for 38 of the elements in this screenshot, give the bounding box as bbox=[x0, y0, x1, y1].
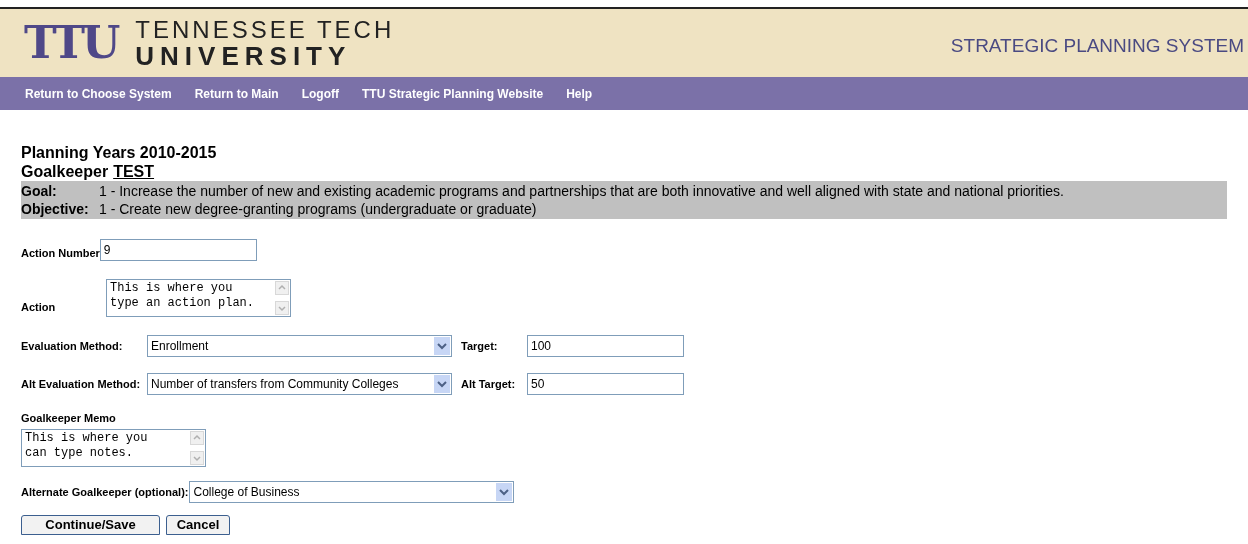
nav-link[interactable]: Return to Main bbox=[194, 84, 279, 103]
field-label: Action bbox=[21, 299, 57, 315]
field-label: Alt Target: bbox=[461, 376, 517, 392]
system-title: STRATEGIC PLANNING SYSTEM bbox=[950, 33, 1244, 58]
dropdown[interactable]: College of Business bbox=[189, 481, 515, 503]
planning-years-heading: Planning Years 2010-2015 bbox=[21, 143, 218, 162]
field-label: Action Number bbox=[21, 245, 100, 261]
objective-text: 1 - Create new degree-granting programs (undergraduate or graduate) bbox=[99, 200, 537, 218]
field-label: Goalkeeper Memo bbox=[21, 412, 116, 424]
goal-text: 1 - Increase the number of new and existing academic programs and partnerships that are both innovative and well aligned with state and national priorities. bbox=[99, 182, 1064, 200]
goalkeeper-heading: Goalkeeper bbox=[21, 162, 109, 181]
objective-label: Objective: bbox=[21, 200, 90, 218]
logo-text: TENNESSEE TECH bbox=[135, 17, 395, 43]
logo-text: UNIVERSITY bbox=[135, 43, 353, 69]
goalkeeper-name: TEST bbox=[113, 162, 155, 181]
logo-mark: TTU bbox=[24, 21, 119, 65]
scroll-down-icon[interactable] bbox=[275, 301, 289, 315]
nav-link[interactable]: TTU Strategic Planning Website bbox=[362, 84, 544, 103]
memo-textarea[interactable]: This is where you can type notes. bbox=[21, 429, 206, 467]
field-label: Alternate Goalkeeper (optional): bbox=[21, 484, 189, 500]
dropdown[interactable]: Enrollment bbox=[147, 335, 452, 357]
input-field[interactable]: 50 bbox=[527, 373, 684, 395]
dropdown[interactable]: Number of transfers from Community Colleges bbox=[147, 373, 452, 395]
input-field[interactable]: 9 bbox=[99, 239, 257, 261]
field-label: Target: bbox=[461, 338, 499, 354]
input-field[interactable]: 100 bbox=[527, 335, 684, 357]
field-label: Evaluation Method: bbox=[21, 338, 124, 354]
field-label: Alt Evaluation Method: bbox=[21, 376, 142, 392]
scroll-up-icon[interactable] bbox=[190, 431, 204, 445]
cancel-button[interactable]: Cancel bbox=[166, 515, 230, 535]
scroll-up-icon[interactable] bbox=[275, 281, 289, 295]
goal-label: Goal: bbox=[21, 182, 58, 200]
nav-link[interactable]: Return to Choose System bbox=[25, 84, 172, 103]
nav-link[interactable]: Help bbox=[566, 84, 593, 103]
save-button[interactable]: Continue/Save bbox=[21, 515, 160, 535]
action-textarea[interactable]: This is where you type an action plan. bbox=[106, 279, 291, 317]
nav-link[interactable]: Logoff bbox=[301, 84, 339, 103]
scroll-down-icon[interactable] bbox=[190, 451, 204, 465]
